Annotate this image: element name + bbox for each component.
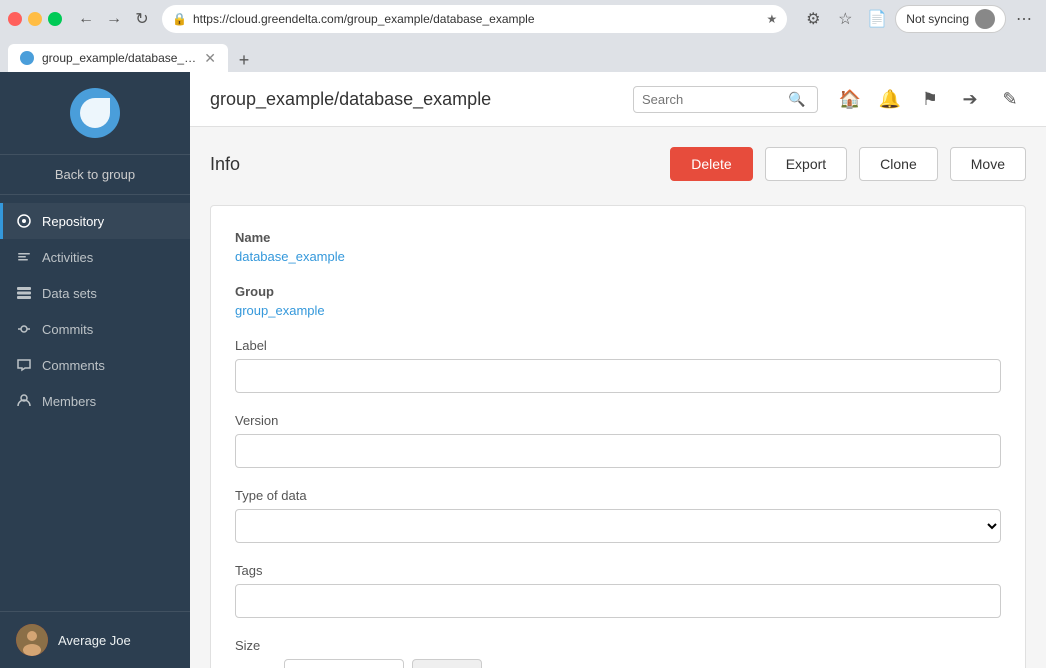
top-bar: group_example/database_example 🔍 🏠 🔔 ⚑ ➔… xyxy=(190,72,1046,127)
name-field-group: Name database_example xyxy=(235,230,1001,264)
favorites-button[interactable]: ☆ xyxy=(831,5,859,33)
not-syncing-button[interactable]: Not syncing xyxy=(895,5,1006,33)
user-name: Average Joe xyxy=(58,633,131,648)
app-layout: Back to group Repository xyxy=(0,72,1046,668)
maximize-window-button[interactable] xyxy=(48,12,62,26)
browser-chrome: ← → ↻ 🔒 ★ ⚙ ☆ 📄 Not syncing ⋯ group_exam… xyxy=(0,0,1046,72)
type-of-data-select[interactable]: ecoinvent Other xyxy=(235,509,1001,543)
tab-title: group_example/database_exa... xyxy=(42,51,196,65)
tags-form-group: Tags xyxy=(235,563,1001,618)
move-button[interactable]: Move xyxy=(950,147,1026,181)
size-row: 327 of MB GB TB xyxy=(235,659,1001,668)
sidebar-item-members-label: Members xyxy=(42,394,96,409)
search-input[interactable] xyxy=(642,92,782,107)
label-field-label: Label xyxy=(235,338,1001,353)
datasets-icon xyxy=(16,285,32,301)
edit-icon[interactable]: ✎ xyxy=(994,83,1026,115)
repo-title: group_example/database_example xyxy=(210,89,617,110)
size-max-input[interactable] xyxy=(284,659,404,668)
profile-avatar xyxy=(975,9,995,29)
page-header: Info Delete Export Clone Move xyxy=(210,147,1026,181)
main-content: group_example/database_example 🔍 🏠 🔔 ⚑ ➔… xyxy=(190,72,1046,668)
info-section: Name database_example Group group_exampl… xyxy=(210,205,1026,668)
browser-controls xyxy=(8,12,62,26)
active-tab[interactable]: group_example/database_exa... ✕ xyxy=(8,44,228,72)
sidebar-logo xyxy=(0,72,190,155)
export-button[interactable]: Export xyxy=(765,147,847,181)
sidebar-item-members[interactable]: Members xyxy=(0,383,190,419)
sidebar-item-comments-label: Comments xyxy=(42,358,105,373)
type-of-data-label: Type of data xyxy=(235,488,1001,503)
sidebar-item-datasets[interactable]: Data sets xyxy=(0,275,190,311)
app-logo xyxy=(70,88,120,138)
back-button[interactable]: ← xyxy=(74,7,98,31)
label-form-group: Label xyxy=(235,338,1001,393)
reload-button[interactable]: ↻ xyxy=(130,7,154,31)
label-input[interactable] xyxy=(235,359,1001,393)
delete-button[interactable]: Delete xyxy=(670,147,752,181)
sidebar-footer: Average Joe xyxy=(0,611,190,668)
browser-nav: ← → ↻ xyxy=(74,7,154,31)
page-content: Info Delete Export Clone Move Name datab… xyxy=(190,127,1046,668)
group-label: Group xyxy=(235,284,1001,299)
size-form-group: Size 327 of MB GB TB xyxy=(235,638,1001,668)
members-icon xyxy=(16,393,32,409)
page-header-title: Info xyxy=(210,154,658,175)
collections-button[interactable]: 📄 xyxy=(863,5,891,33)
more-options-button[interactable]: ⋯ xyxy=(1010,5,1038,33)
sidebar-nav: Repository Activities xyxy=(0,195,190,611)
not-syncing-label: Not syncing xyxy=(906,12,969,26)
user-avatar xyxy=(16,624,48,656)
tags-input[interactable] xyxy=(235,584,1001,618)
comments-icon xyxy=(16,357,32,373)
sidebar-item-repository-label: Repository xyxy=(42,214,104,229)
search-icon[interactable]: 🔍 xyxy=(788,91,805,108)
tab-close-icon[interactable]: ✕ xyxy=(204,50,216,67)
new-tab-button[interactable]: + xyxy=(232,48,256,72)
sidebar-item-comments[interactable]: Comments xyxy=(0,347,190,383)
name-value: database_example xyxy=(235,249,1001,264)
clone-button[interactable]: Clone xyxy=(859,147,938,181)
sidebar-item-commits[interactable]: Commits xyxy=(0,311,190,347)
notification-icon[interactable]: 🔔 xyxy=(874,83,906,115)
search-box[interactable]: 🔍 xyxy=(633,86,818,113)
exit-icon[interactable]: ➔ xyxy=(954,83,986,115)
size-label: Size xyxy=(235,638,1001,653)
browser-top-bar: ← → ↻ 🔒 ★ ⚙ ☆ 📄 Not syncing ⋯ xyxy=(0,0,1046,38)
sidebar-item-repository[interactable]: Repository xyxy=(0,203,190,239)
home-icon[interactable]: 🏠 xyxy=(834,83,866,115)
tags-label: Tags xyxy=(235,563,1001,578)
browser-action-icons: ⚙ ☆ 📄 Not syncing ⋯ xyxy=(799,5,1038,33)
top-bar-actions: 🏠 🔔 ⚑ ➔ ✎ xyxy=(834,83,1026,115)
address-input[interactable] xyxy=(193,12,761,26)
close-window-button[interactable] xyxy=(8,12,22,26)
sidebar-item-datasets-label: Data sets xyxy=(42,286,97,301)
sidebar-item-commits-label: Commits xyxy=(42,322,93,337)
bookmark-icon: ★ xyxy=(767,12,778,26)
tabs-bar: group_example/database_exa... ✕ + xyxy=(0,38,1046,72)
group-value[interactable]: group_example xyxy=(235,303,1001,318)
sidebar-item-activities-label: Activities xyxy=(42,250,93,265)
version-field-label: Version xyxy=(235,413,1001,428)
forward-button[interactable]: → xyxy=(102,7,126,31)
back-to-group-button[interactable]: Back to group xyxy=(0,155,190,195)
lock-icon: 🔒 xyxy=(172,12,187,26)
sidebar-item-activities[interactable]: Activities xyxy=(0,239,190,275)
sidebar: Back to group Repository xyxy=(0,72,190,668)
activities-icon xyxy=(16,249,32,265)
commits-icon xyxy=(16,321,32,337)
flag-icon[interactable]: ⚑ xyxy=(914,83,946,115)
minimize-window-button[interactable] xyxy=(28,12,42,26)
version-form-group: Version xyxy=(235,413,1001,468)
address-bar[interactable]: 🔒 ★ xyxy=(162,5,787,33)
extensions-button[interactable]: ⚙ xyxy=(799,5,827,33)
logo-shape xyxy=(80,98,110,128)
version-input[interactable] xyxy=(235,434,1001,468)
repository-icon xyxy=(16,213,32,229)
type-of-data-form-group: Type of data ecoinvent Other xyxy=(235,488,1001,543)
group-field-group: Group group_example xyxy=(235,284,1001,318)
name-label: Name xyxy=(235,230,1001,245)
size-unit-select[interactable]: MB GB TB xyxy=(412,659,482,668)
tab-favicon xyxy=(20,51,34,65)
